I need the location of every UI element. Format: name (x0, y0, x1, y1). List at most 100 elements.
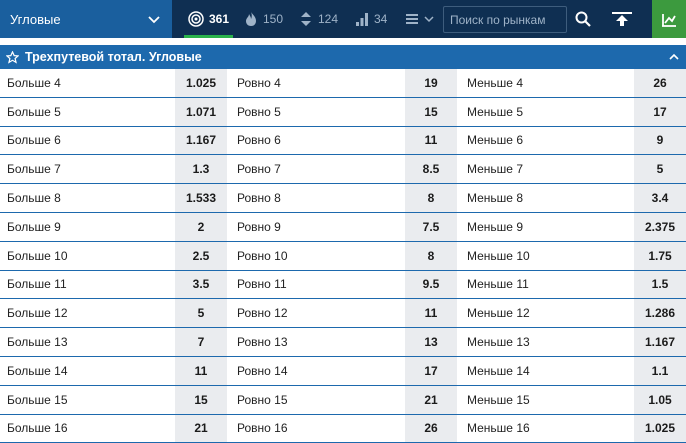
market-section-header[interactable]: Трехпутевой тотал. Угловые (0, 45, 686, 69)
outcome-label-over: Больше 7 (7, 162, 61, 177)
filter-all-markets[interactable]: 361 (183, 0, 234, 38)
outcome-label-under: Меньше 15 (467, 392, 530, 407)
odd-button-over[interactable]: 15 (175, 385, 227, 414)
market-select-label: Угловые (10, 11, 61, 27)
outcome-label-over: Больше 10 (7, 248, 68, 263)
list-icon (406, 14, 418, 24)
odd-button-exact[interactable]: 9.5 (405, 270, 457, 299)
outcome-label-exact: Ровно 4 (237, 75, 281, 90)
odd-button-exact[interactable]: 17 (405, 356, 457, 385)
odd-button-over[interactable]: 1.533 (175, 184, 227, 212)
outcome-label-exact: Ровно 11 (237, 277, 287, 292)
odd-button-under[interactable]: 1.1 (634, 356, 686, 385)
market-search-input[interactable]: Поиск по рынкам (443, 6, 567, 33)
odd-button-exact[interactable]: 26 (405, 414, 457, 443)
market-select-dropdown[interactable]: Угловые (0, 0, 172, 38)
odd-button-under[interactable]: 2.375 (634, 212, 686, 241)
odd-button-under[interactable]: 17 (634, 97, 686, 126)
odd-button-under[interactable]: 1.167 (634, 328, 686, 356)
chevron-up-icon[interactable] (668, 51, 680, 63)
outcome-label-exact: Ровно 14 (237, 363, 288, 378)
odds-table: Больше 4 1.025 Ровно 4 19 Меньше 4 26 Больше 5… (0, 69, 686, 443)
outcome-label-exact: Ровно 5 (237, 104, 281, 119)
filter-more-dropdown[interactable] (405, 0, 439, 38)
outcome-label-over: Больше 13 (7, 335, 68, 350)
outcome-label-under: Меньше 7 (467, 162, 523, 177)
odd-button-over[interactable]: 2.5 (175, 241, 227, 270)
outcome-label-exact: Ровно 6 (237, 133, 281, 148)
target-icon (188, 11, 204, 27)
odd-button-exact[interactable]: 15 (405, 97, 457, 126)
odd-button-over[interactable]: 1.025 (175, 69, 227, 97)
outcome-label-over: Больше 14 (7, 363, 68, 378)
top-toolbar: Угловые 361 150 124 34 Поиск по рынкам (0, 0, 686, 38)
odd-button-over[interactable]: 5 (175, 299, 227, 328)
outcome-label-under: Меньше 5 (467, 104, 523, 119)
odd-button-exact[interactable]: 13 (405, 328, 457, 356)
filter-count: 150 (263, 12, 284, 26)
odd-button-over[interactable]: 21 (175, 414, 227, 443)
odd-button-under[interactable]: 1.5 (634, 270, 686, 299)
filter-handicaps[interactable]: 34 (355, 0, 387, 38)
odd-button-over[interactable]: 1.3 (175, 155, 227, 184)
odd-button-exact[interactable]: 11 (405, 299, 457, 328)
filter-totals[interactable]: 124 (299, 0, 338, 38)
table-row: Больше 13 7 Ровно 13 13 Меньше 13 1.167 (0, 328, 686, 357)
odd-button-exact[interactable]: 11 (405, 126, 457, 155)
odd-button-exact[interactable]: 19 (405, 69, 457, 97)
odd-button-under[interactable]: 1.05 (634, 385, 686, 414)
outcome-label-exact: Ровно 15 (237, 392, 288, 407)
table-row: Больше 4 1.025 Ровно 4 19 Меньше 4 26 (0, 69, 686, 98)
table-row: Больше 14 11 Ровно 14 17 Меньше 14 1.1 (0, 356, 686, 386)
collapse-all-button[interactable] (607, 8, 637, 30)
outcome-label-exact: Ровно 10 (237, 248, 288, 263)
odd-button-over[interactable]: 3.5 (175, 270, 227, 299)
odd-button-under[interactable]: 1.75 (634, 241, 686, 270)
outcome-label-exact: Ровно 12 (237, 306, 288, 321)
odd-button-over[interactable]: 1.167 (175, 126, 227, 155)
odd-button-exact[interactable]: 8.5 (405, 155, 457, 184)
odd-button-over[interactable]: 7 (175, 328, 227, 356)
search-button[interactable] (572, 8, 594, 30)
odd-button-under[interactable]: 3.4 (634, 184, 686, 212)
odd-button-under[interactable]: 26 (634, 69, 686, 97)
odd-button-under[interactable]: 9 (634, 126, 686, 155)
outcome-label-under: Меньше 8 (467, 191, 523, 206)
chart-icon (662, 14, 676, 27)
outcome-label-over: Больше 15 (7, 392, 68, 407)
outcome-label-under: Меньше 6 (467, 133, 523, 148)
odd-button-under[interactable]: 1.286 (634, 299, 686, 328)
table-row: Больше 16 21 Ровно 16 26 Меньше 16 1.025 (0, 414, 686, 443)
outcome-label-over: Больше 11 (7, 277, 67, 292)
arrow-to-top-icon (612, 12, 632, 26)
section-title: Трехпутевой тотал. Угловые (25, 50, 202, 64)
outcome-label-over: Больше 5 (7, 104, 61, 119)
ladder-icon (356, 13, 368, 26)
statistics-button[interactable] (652, 0, 686, 38)
table-row: Больше 9 2 Ровно 9 7.5 Меньше 9 2.375 (0, 212, 686, 242)
outcome-label-under: Меньше 14 (467, 363, 530, 378)
outcome-label-exact: Ровно 7 (237, 162, 281, 177)
odd-button-exact[interactable]: 7.5 (405, 212, 457, 241)
outcome-label-under: Меньше 11 (467, 277, 529, 292)
outcome-label-exact: Ровно 16 (237, 421, 288, 436)
table-row: Больше 12 5 Ровно 12 11 Меньше 12 1.286 (0, 299, 686, 329)
odd-button-exact[interactable]: 8 (405, 184, 457, 212)
filter-popular[interactable]: 150 (244, 0, 283, 38)
outcome-label-over: Больше 16 (7, 421, 68, 436)
odd-button-under[interactable]: 5 (634, 155, 686, 184)
odd-button-exact[interactable]: 8 (405, 241, 457, 270)
filter-count: 34 (374, 12, 388, 26)
outcome-label-under: Меньше 10 (467, 248, 530, 263)
star-icon[interactable] (6, 50, 19, 64)
odd-button-over[interactable]: 11 (175, 356, 227, 385)
outcome-label-over: Больше 4 (7, 75, 61, 90)
search-placeholder: Поиск по рынкам (450, 12, 546, 27)
outcome-label-under: Меньше 16 (467, 421, 530, 436)
table-row: Больше 10 2.5 Ровно 10 8 Меньше 10 1.75 (0, 241, 686, 271)
odd-button-over[interactable]: 2 (175, 212, 227, 241)
odd-button-over[interactable]: 1.071 (175, 97, 227, 126)
odd-button-exact[interactable]: 21 (405, 385, 457, 414)
outcome-label-over: Больше 9 (7, 219, 61, 234)
odd-button-under[interactable]: 1.025 (634, 414, 686, 443)
